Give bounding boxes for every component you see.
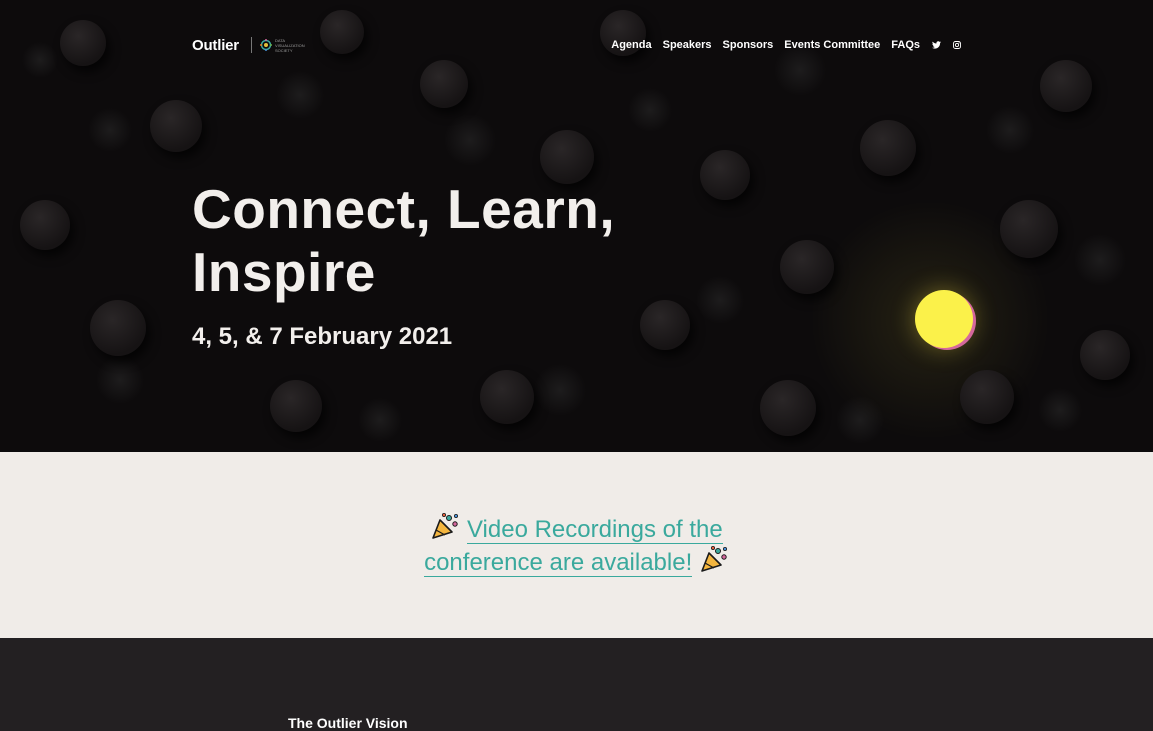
nav-faqs[interactable]: FAQs [891,39,920,51]
decorative-disc [480,370,534,424]
top-navigation: Outlier DATA VISUALIZATION SOCIETY Agend… [192,36,961,54]
announcement-section: Video Recordings of the conference are a… [0,452,1153,638]
announcement: Video Recordings of the conference are a… [404,512,749,578]
video-recordings-link[interactable]: Video Recordings of the conference are a… [424,516,723,577]
hero-headline: Connect, Learn, Inspire [192,178,616,303]
nav-links: Agenda Speakers Sponsors Events Committe… [600,39,961,51]
decorative-disc [60,20,106,66]
nav-sponsors[interactable]: Sponsors [723,39,774,51]
decorative-disc [860,120,916,176]
decorative-disc [90,300,146,356]
decorative-disc [270,380,322,432]
nav-speakers[interactable]: Speakers [663,39,712,51]
party-popper-icon [699,545,729,573]
decorative-disc [1080,330,1130,380]
party-popper-icon [430,512,460,540]
nav-agenda[interactable]: Agenda [611,39,651,51]
vision-section: The Outlier Vision [0,638,1153,731]
instagram-icon[interactable] [953,41,961,49]
decorative-disc [150,100,202,152]
brand: Outlier DATA VISUALIZATION SOCIETY [192,37,305,54]
decorative-disc [1040,60,1092,112]
event-dates: 4, 5, & 7 February 2021 [192,323,453,350]
decorative-disc [20,200,70,250]
decorative-disc [780,240,834,294]
twitter-icon[interactable] [932,41,941,49]
highlight-dot [915,290,973,348]
brand-divider [250,37,252,53]
decorative-disc [540,130,594,184]
decorative-disc [1000,200,1058,258]
dvs-logo[interactable]: DATA VISUALIZATION SOCIETY [259,37,305,53]
decorative-disc [960,370,1014,424]
hero-section: Outlier DATA VISUALIZATION SOCIETY Agend… [0,0,1153,452]
outlier-logo[interactable]: Outlier [192,37,239,54]
dvs-logo-icon [259,39,272,51]
decorative-disc [760,380,816,436]
decorative-disc [420,60,468,108]
nav-events-committee[interactable]: Events Committee [784,39,880,51]
decorative-disc [640,300,690,350]
vision-title: The Outlier Vision [288,715,408,731]
dvs-logo-text: DATA VISUALIZATION SOCIETY [274,37,305,53]
